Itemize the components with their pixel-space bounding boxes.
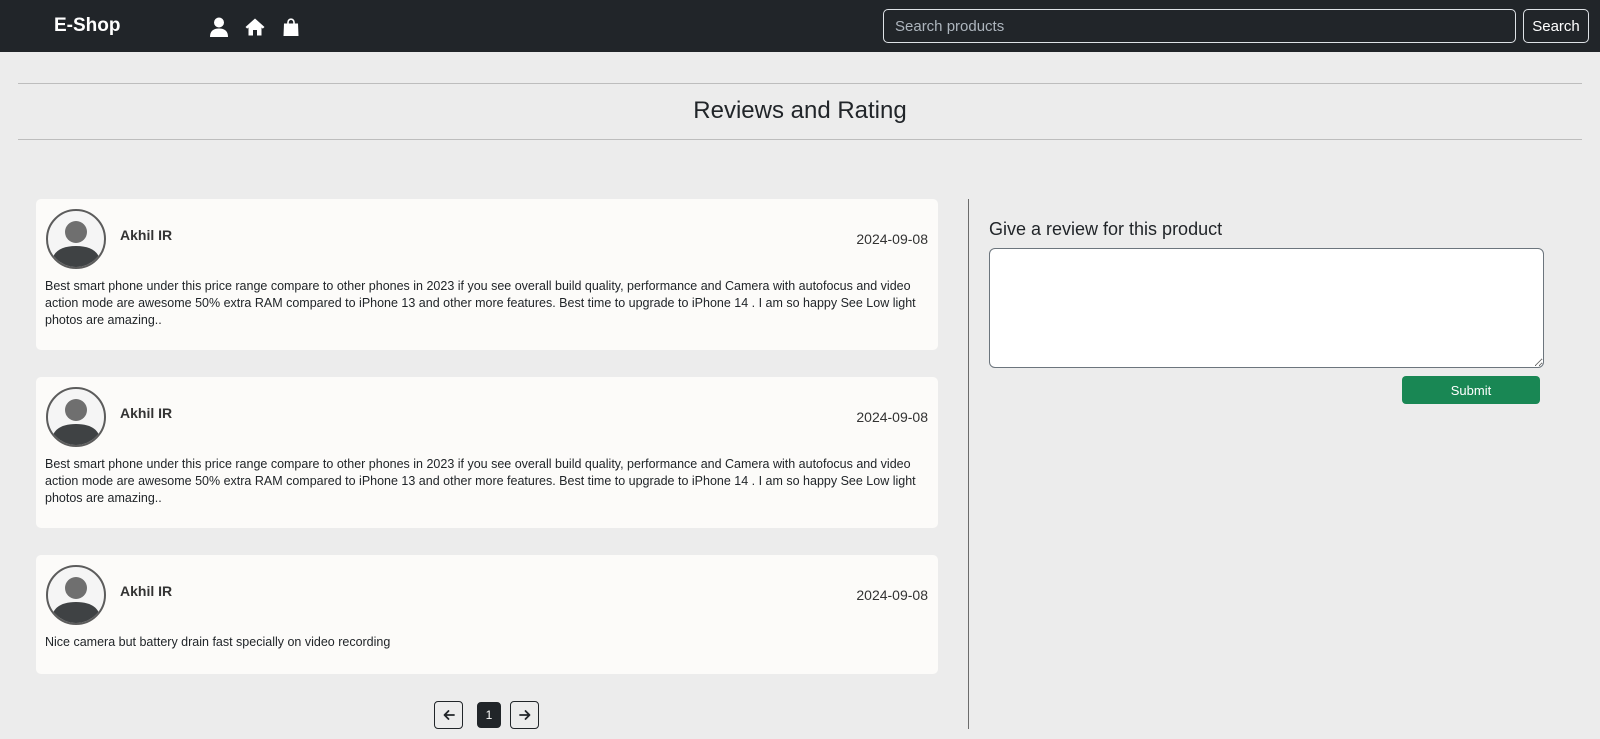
reviewer-name: Akhil IR [120, 405, 173, 421]
next-page-button[interactable] [510, 701, 539, 729]
page-number-current[interactable]: 1 [477, 702, 501, 728]
user-icon[interactable] [209, 17, 229, 37]
search-button[interactable]: Search [1523, 9, 1589, 43]
review-card: Akhil IR 2024-09-08 Best smart phone und… [36, 377, 938, 528]
arrow-left-icon [443, 710, 455, 720]
review-text: Nice camera but battery drain fast speci… [45, 635, 391, 649]
review-date: 2024-09-08 [856, 587, 928, 603]
review-date: 2024-09-08 [856, 409, 928, 425]
reviewer-name: Akhil IR [120, 227, 173, 243]
search-input[interactable] [883, 9, 1516, 43]
review-date: 2024-09-08 [856, 231, 928, 247]
arrow-right-icon [518, 710, 530, 720]
avatar-icon [46, 209, 106, 269]
brand-logo[interactable]: E-Shop [54, 15, 121, 37]
review-form-title: Give a review for this product [989, 219, 1223, 239]
avatar-icon [46, 565, 106, 625]
prev-page-button[interactable] [434, 701, 463, 729]
submit-button[interactable]: Submit [1402, 376, 1540, 404]
column-divider [968, 199, 969, 729]
review-text: Best smart phone under this price range … [45, 279, 916, 327]
reviewer-name: Akhil IR [120, 583, 173, 599]
title-divider-top [18, 83, 1582, 84]
shopping-bag-icon[interactable] [281, 17, 301, 37]
review-card: Akhil IR 2024-09-08 Best smart phone und… [36, 199, 938, 350]
navbar: E-Shop Search [0, 0, 1600, 52]
review-card: Akhil IR 2024-09-08 Nice camera but batt… [36, 555, 938, 674]
home-icon[interactable] [245, 17, 265, 37]
title-divider-bottom [18, 139, 1582, 140]
page-title: Reviews and Rating [693, 97, 907, 124]
review-text: Best smart phone under this price range … [45, 457, 916, 505]
avatar-icon [46, 387, 106, 447]
review-textarea[interactable] [989, 248, 1544, 368]
